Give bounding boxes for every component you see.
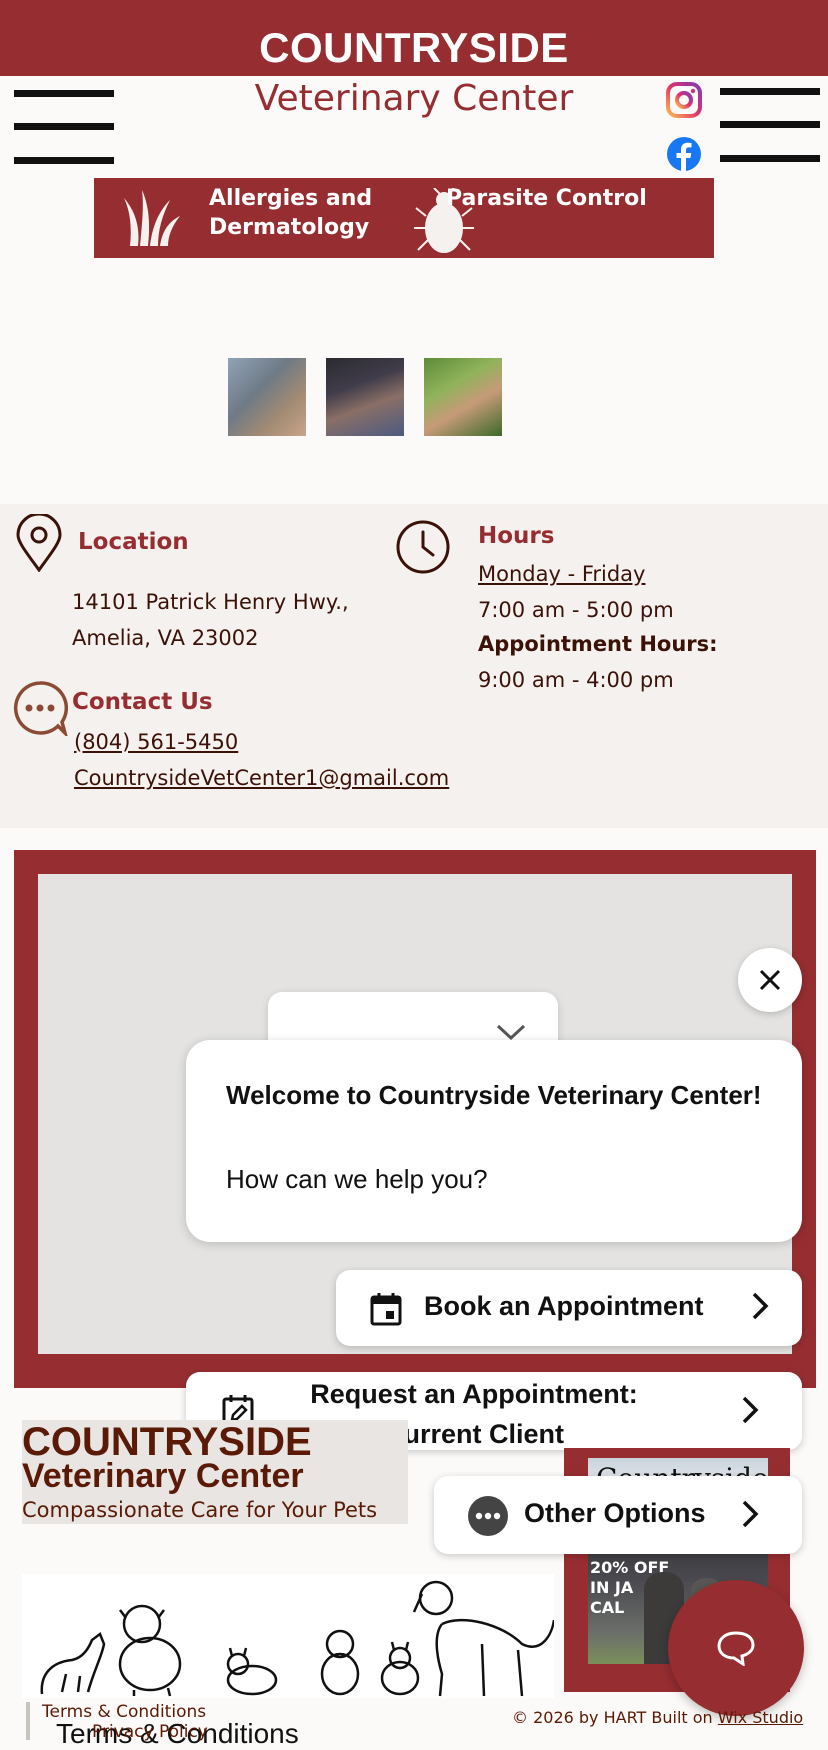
more-icon	[468, 1496, 508, 1536]
location-pin-icon	[16, 512, 62, 573]
instagram-icon[interactable]	[666, 82, 702, 118]
menu-hamburger-left[interactable]	[14, 90, 114, 164]
menu-hamburger-right[interactable]	[720, 88, 820, 162]
location-heading: Location	[78, 529, 189, 555]
pets-illustration	[22, 1574, 556, 1698]
footer-tagline: Compassionate Care for Your Pets	[22, 1498, 378, 1522]
sign-text-4: CAL	[590, 1598, 625, 1617]
chat-launcher-button[interactable]	[668, 1580, 804, 1716]
service-parasite[interactable]: Parasite Control	[446, 184, 647, 213]
hours-days-link[interactable]: Monday - Friday	[478, 562, 645, 586]
service-allergies[interactable]: Allergies and Dermatology	[209, 184, 372, 242]
book-appointment-button[interactable]: Book an Appointment	[336, 1270, 802, 1346]
phone-link[interactable]: (804) 561-5450	[74, 730, 238, 754]
footer-title-line2: Veterinary Center	[22, 1457, 304, 1495]
chevron-right-icon	[748, 1286, 772, 1335]
other-options-label: Other Options	[524, 1498, 706, 1528]
service-allergies-line1: Allergies and	[209, 186, 373, 211]
wix-studio-link[interactable]: Wix Studio	[718, 1708, 803, 1727]
chevron-right-icon	[738, 1494, 762, 1543]
hours-time: 7:00 am - 5:00 pm	[478, 598, 674, 622]
appointment-hours-heading: Appointment Hours:	[478, 632, 718, 656]
chat-close-button[interactable]	[738, 948, 802, 1012]
copyright-text: © 2026 by HART Built on	[512, 1708, 718, 1727]
thumbnail-pet-outdoors[interactable]	[424, 358, 502, 436]
site-subtitle: Veterinary Center	[254, 78, 574, 119]
chat-icon	[717, 1631, 755, 1666]
sign-text-3: IN JA	[590, 1578, 634, 1597]
facebook-icon[interactable]	[666, 136, 702, 172]
thumbnail-dog-owner[interactable]	[326, 358, 404, 436]
chat-welcome-text: Welcome to Countryside Veterinary Center…	[226, 1080, 762, 1110]
request-appointment-line1: Request an Appointment:	[310, 1379, 638, 1409]
grass-icon	[122, 186, 182, 248]
chat-prompt-text: How can we help you?	[226, 1164, 488, 1194]
close-icon	[759, 969, 781, 991]
hours-heading: Hours	[478, 523, 555, 549]
calendar-icon	[370, 1293, 402, 1326]
site-title[interactable]: COUNTRYSIDE	[0, 24, 828, 72]
clock-icon	[396, 520, 450, 574]
other-options-button[interactable]: Other Options	[434, 1476, 802, 1554]
footer-divider	[26, 1702, 30, 1740]
address-line2: Amelia, VA 23002	[72, 626, 259, 650]
service-allergies-line2: Dermatology	[209, 215, 370, 240]
thumbnail-cat[interactable]	[228, 358, 306, 436]
chat-welcome-card: Welcome to Countryside Veterinary Center…	[186, 1040, 802, 1242]
terms-link[interactable]: Terms & Conditions	[42, 1702, 206, 1722]
chevron-right-icon	[738, 1390, 762, 1439]
book-appointment-label: Book an Appointment	[424, 1291, 704, 1321]
copyright: © 2026 by HART Built on Wix Studio	[512, 1708, 803, 1727]
address-line1: 14101 Patrick Henry Hwy.,	[72, 590, 349, 614]
contact-heading: Contact Us	[72, 689, 213, 715]
appointment-hours-time: 9:00 am - 4:00 pm	[478, 668, 674, 692]
privacy-link[interactable]: Privacy Policy	[92, 1722, 208, 1742]
email-link[interactable]: CountrysideVetCenter1@gmail.com	[74, 766, 449, 790]
chat-bubble-icon	[12, 680, 69, 739]
